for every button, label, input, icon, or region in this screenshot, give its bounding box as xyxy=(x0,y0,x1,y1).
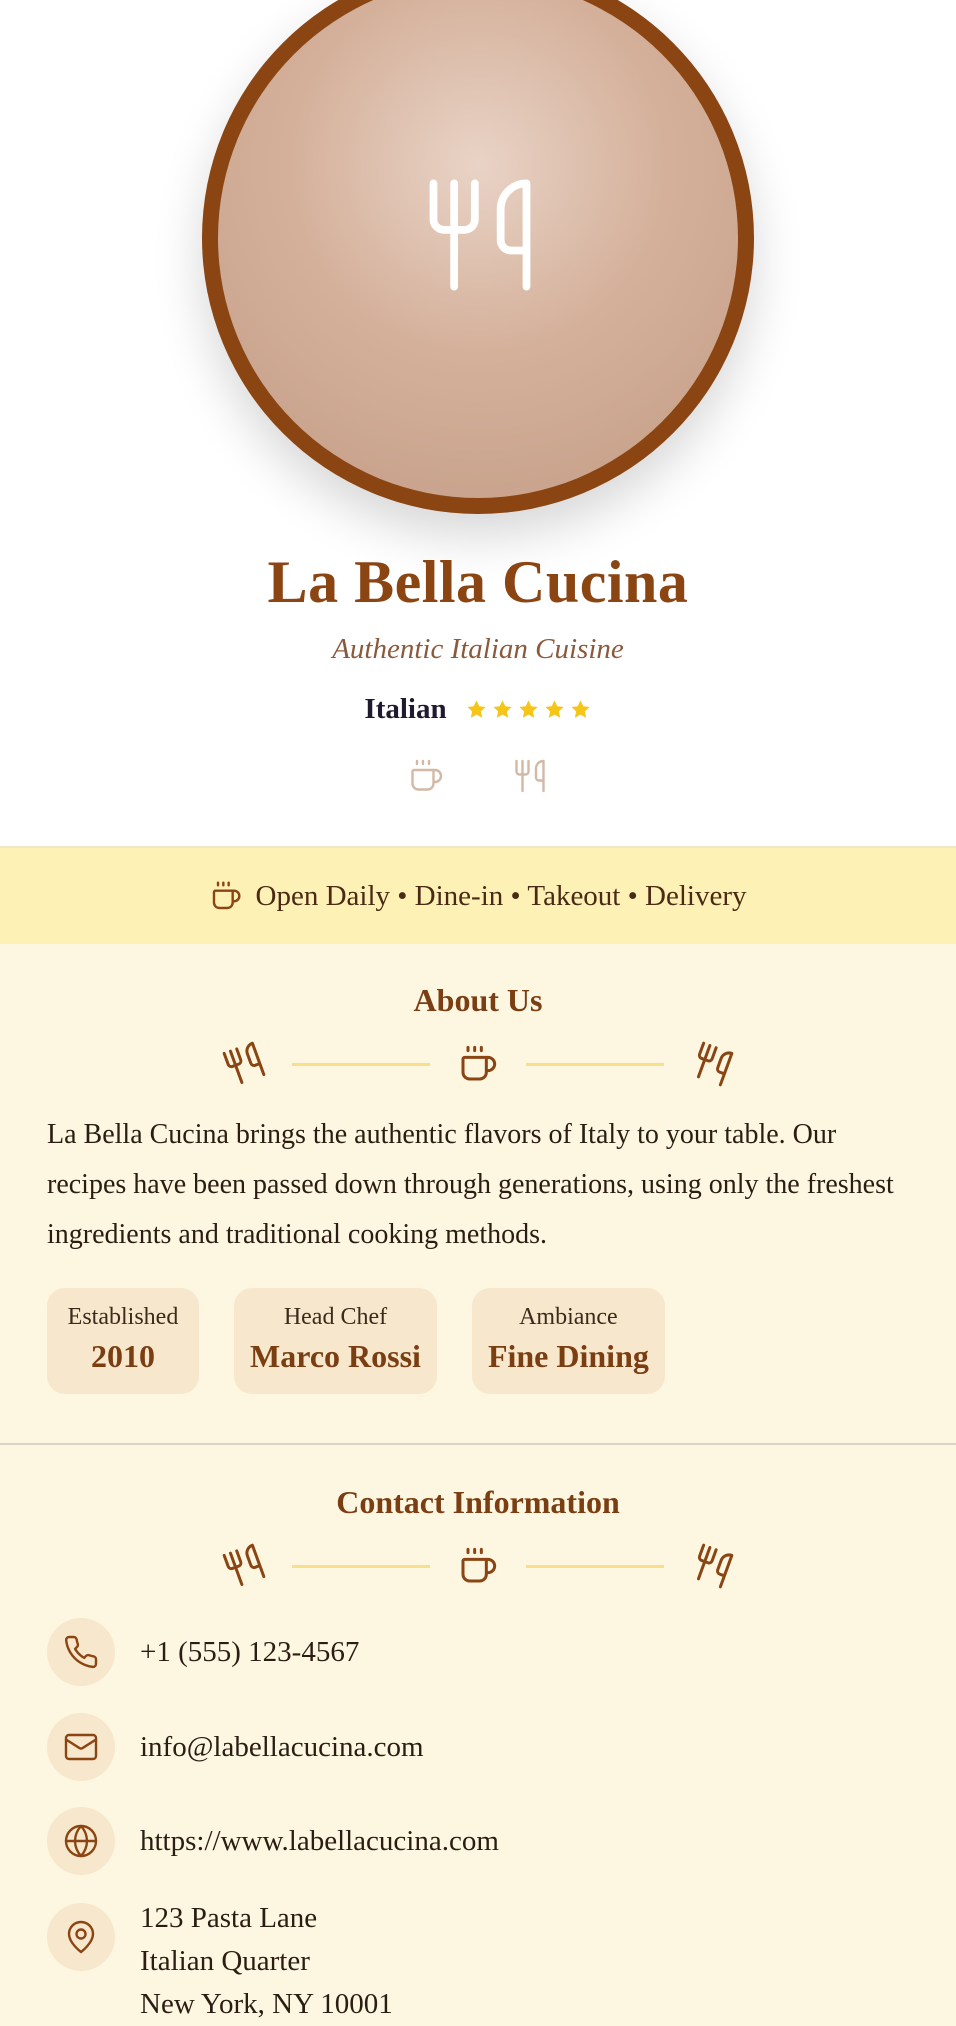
address-text[interactable]: 123 Pasta Lane Italian Quarter New York,… xyxy=(140,1897,393,2026)
divider-line xyxy=(526,1564,664,1568)
utensils-icon xyxy=(218,1038,269,1089)
section-divider xyxy=(0,1546,956,1586)
contact-website[interactable]: https://www.labellacucina.com xyxy=(47,1807,499,1875)
restaurant-name: La Bella Cucina xyxy=(267,549,689,615)
cuisine-rating-row: Italian xyxy=(0,693,956,726)
utensils-icon xyxy=(686,1038,737,1089)
rating-stars xyxy=(465,698,592,721)
contact-phone[interactable]: +1 (555) 123-4567 xyxy=(47,1618,359,1686)
restaurant-tagline: Authentic Italian Cuisine xyxy=(332,633,624,665)
info-cards: Established 2010 Head Chef Marco Rossi A… xyxy=(47,1288,665,1394)
restaurant-header: La Bella Cucina Authentic Italian Cuisin… xyxy=(0,0,956,846)
info-card-value: 2010 xyxy=(91,1338,155,1374)
service-banner-text: Open Daily • Dine-in • Takeout • Deliver… xyxy=(255,879,747,912)
info-card-label: Head Chef xyxy=(283,1304,388,1330)
phone-icon xyxy=(64,1635,98,1669)
coffee-icon xyxy=(210,880,242,912)
section-separator xyxy=(0,1443,956,1445)
coffee-icon xyxy=(458,1546,498,1586)
star-icon xyxy=(491,698,514,721)
mail-icon xyxy=(64,1733,98,1761)
utensils-icon xyxy=(218,1540,269,1591)
divider-line xyxy=(292,1564,430,1568)
feature-icons xyxy=(0,758,956,794)
service-banner: Open Daily • Dine-in • Takeout • Deliver… xyxy=(0,846,956,944)
section-divider xyxy=(0,1044,956,1084)
info-card-ambiance: Ambiance Fine Dining xyxy=(471,1288,665,1394)
info-card-value: Marco Rossi xyxy=(250,1338,421,1374)
contact-email[interactable]: info@labellacucina.com xyxy=(47,1713,424,1781)
globe-icon xyxy=(64,1824,98,1858)
utensils-icon xyxy=(512,758,548,794)
cuisine-type: Italian xyxy=(364,693,447,725)
star-icon xyxy=(517,698,540,721)
utensils-icon xyxy=(686,1540,737,1591)
info-card-value: Fine Dining xyxy=(487,1338,649,1374)
info-card-established: Established 2010 xyxy=(47,1288,199,1394)
divider-line xyxy=(526,1062,664,1066)
star-icon xyxy=(543,698,566,721)
map-pin-icon xyxy=(67,1920,95,1954)
about-description: La Bella Cucina brings the authentic fla… xyxy=(47,1119,894,1250)
website-link[interactable]: https://www.labellacucina.com xyxy=(140,1825,499,1858)
info-card-label: Established xyxy=(67,1304,179,1330)
about-title: About Us xyxy=(413,982,543,1018)
divider-line xyxy=(292,1062,430,1066)
star-icon xyxy=(569,698,592,721)
phone-number[interactable]: +1 (555) 123-4567 xyxy=(140,1636,359,1669)
info-card-label: Ambiance xyxy=(519,1304,618,1330)
utensils-icon xyxy=(418,170,542,300)
email-address[interactable]: info@labellacucina.com xyxy=(140,1731,424,1764)
address-line: Italian Quarter xyxy=(140,1945,310,1977)
address-line: 123 Pasta Lane xyxy=(140,1902,318,1934)
address-line: New York, NY 10001 xyxy=(140,1988,393,2020)
contact-title: Contact Information xyxy=(336,1484,620,1520)
contact-address[interactable]: 123 Pasta Lane Italian Quarter New York,… xyxy=(47,1902,393,2026)
info-card-head-chef: Head Chef Marco Rossi xyxy=(234,1288,437,1394)
star-icon xyxy=(465,698,488,721)
coffee-icon xyxy=(408,758,444,794)
coffee-icon xyxy=(458,1044,498,1084)
